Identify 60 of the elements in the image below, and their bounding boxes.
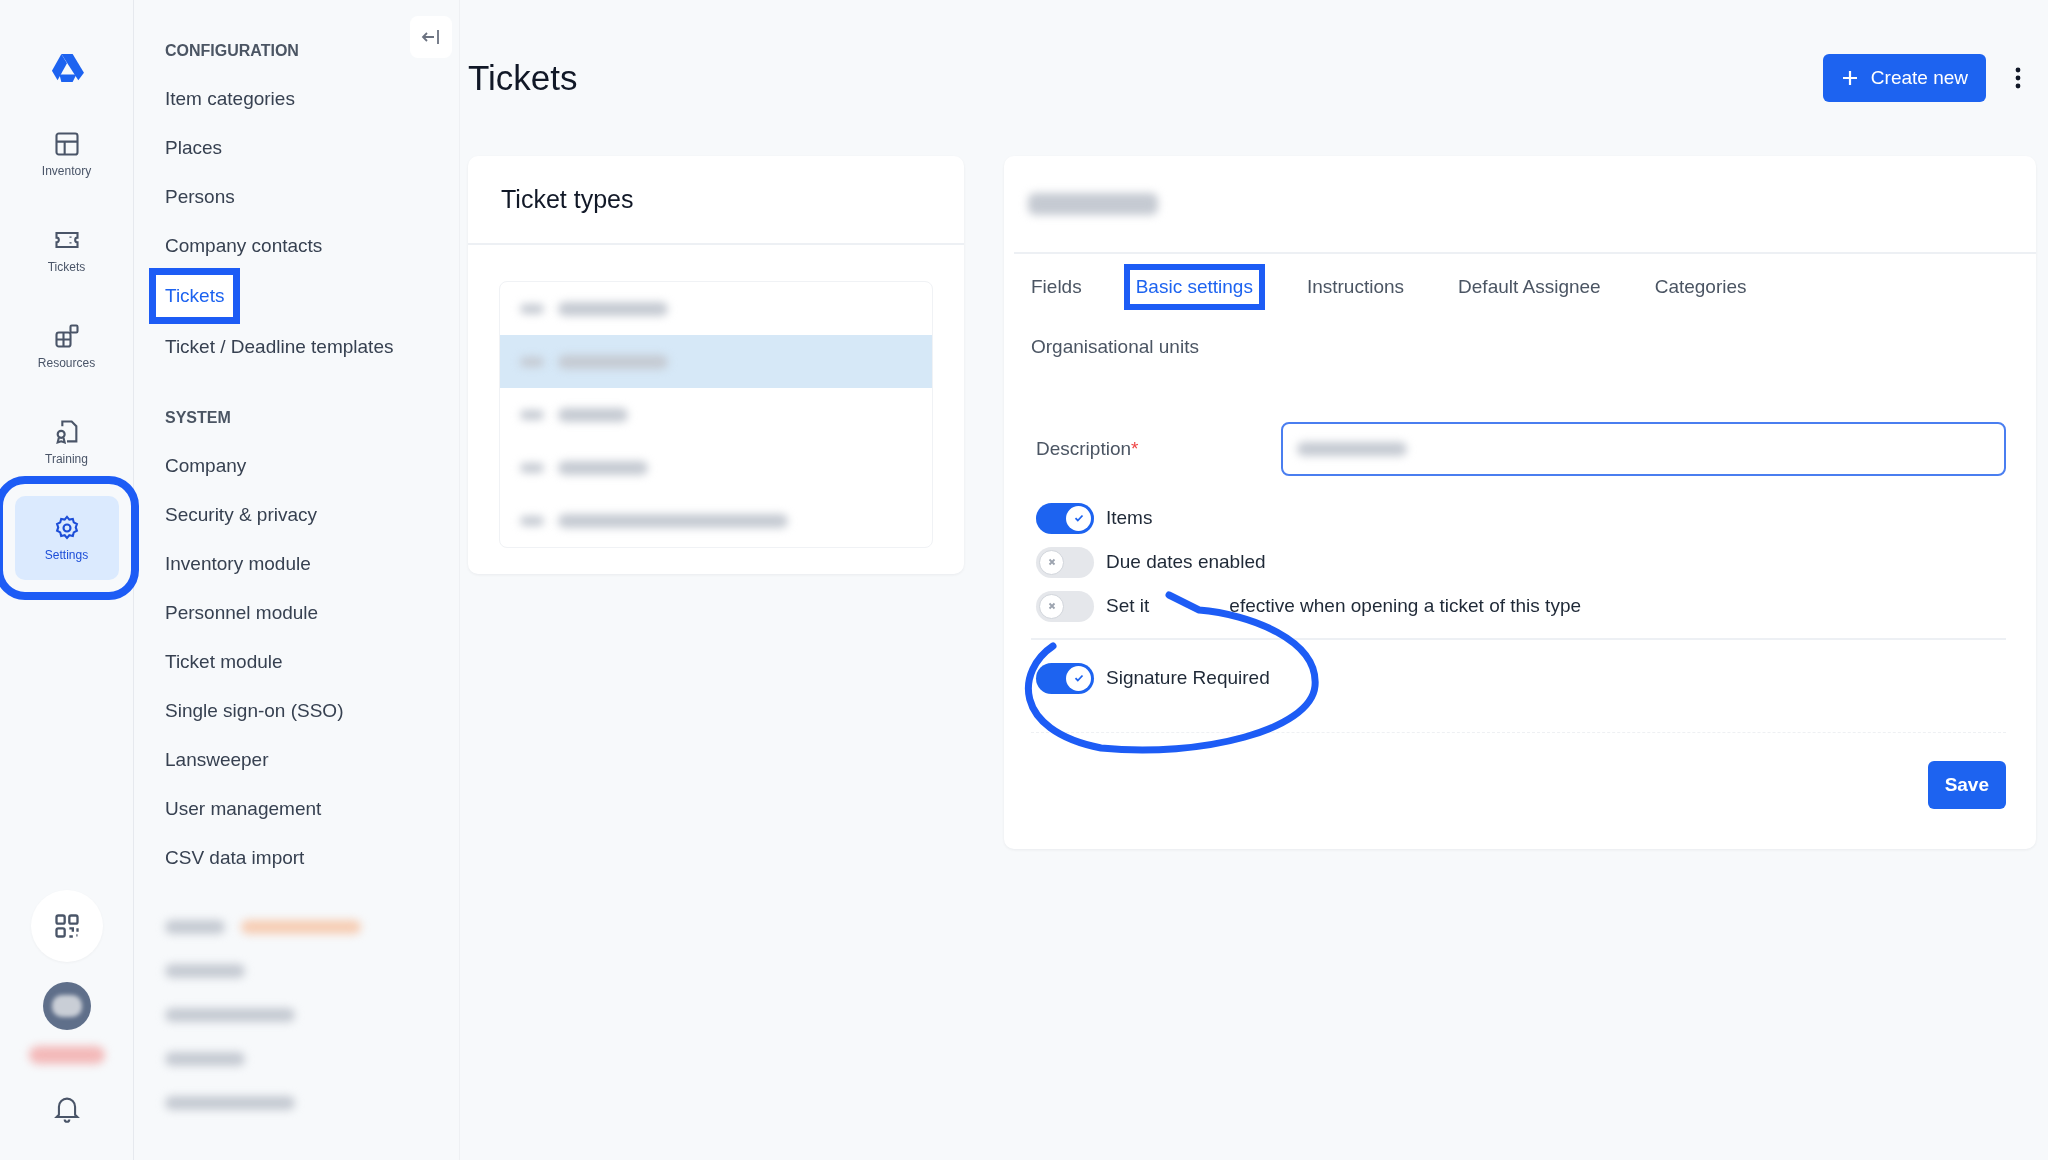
tab[interactable]: Default Assignee <box>1450 266 1609 308</box>
nav-item[interactable]: CSV data import <box>157 833 313 882</box>
create-new-button[interactable]: Create new <box>1822 54 1986 102</box>
rail-item[interactable]: Training <box>14 400 119 484</box>
blocks-icon <box>52 322 81 350</box>
check-icon <box>1072 512 1085 524</box>
save-button[interactable]: Save <box>1927 761 2006 809</box>
section-heading: CONFIGURATION <box>165 42 300 61</box>
x-icon <box>1046 557 1057 567</box>
rail-item[interactable]: Inventory <box>14 112 119 196</box>
check-icon <box>1072 672 1085 684</box>
toggle-switch[interactable] <box>1036 502 1094 534</box>
toggle-label: Signature Required <box>1106 667 1270 689</box>
toggle-switch[interactable] <box>1036 662 1094 694</box>
plus-icon <box>1840 69 1859 87</box>
nav-item[interactable]: Ticket / Deadline templates <box>157 322 402 371</box>
nav-item[interactable]: Places <box>157 123 231 172</box>
rail-label: Settings <box>44 548 89 562</box>
card-title: Ticket types <box>501 185 634 214</box>
rail-label: Inventory <box>41 164 92 178</box>
toggle-label: Items <box>1106 507 1153 529</box>
nav-item[interactable]: User management <box>157 784 330 833</box>
x-icon <box>1046 601 1057 611</box>
rail-item[interactable]: Tickets <box>14 208 119 292</box>
tab[interactable]: Instructions <box>1298 266 1413 308</box>
rail-item[interactable]: Settings <box>14 496 119 580</box>
nav-item[interactable]: Security & privacy <box>157 490 326 539</box>
tab[interactable]: Fields <box>1023 266 1090 308</box>
description-field[interactable] <box>1281 422 2006 476</box>
collapse-icon <box>420 28 442 46</box>
toggle-label: efective when opening a ticket of this type <box>1229 595 1582 617</box>
nav-item[interactable]: Persons <box>157 172 243 221</box>
nav-item[interactable]: Tickets <box>151 270 239 322</box>
qr-code-icon <box>52 912 81 940</box>
tab[interactable]: Basic settings <box>1123 264 1265 310</box>
toggle-label: Set it <box>1106 595 1150 617</box>
nav-item[interactable]: Personnel module <box>157 588 327 637</box>
field-label: Description* <box>1035 438 1140 460</box>
nav-item[interactable]: Lansweeper <box>157 735 277 784</box>
rail-item[interactable]: Resources <box>14 304 119 388</box>
nav-item[interactable]: Inventory module <box>157 539 319 588</box>
rail-label: Training <box>45 452 88 466</box>
nav-item[interactable]: Ticket module <box>157 637 291 686</box>
collapse-button[interactable] <box>410 16 452 58</box>
toggle-switch[interactable] <box>1036 546 1094 578</box>
rail-label: Resources <box>37 356 96 370</box>
rail-label: Tickets <box>47 260 86 274</box>
section-heading: SYSTEM <box>165 409 232 428</box>
tab[interactable]: Organisational units <box>1023 326 1207 368</box>
toggle-switch[interactable] <box>1036 590 1094 622</box>
avatar[interactable] <box>42 982 91 1030</box>
toggle-label: Due dates enabled <box>1106 551 1266 573</box>
page-title: Tickets <box>468 58 578 98</box>
nav-item[interactable]: Item categories <box>157 74 303 123</box>
nav-item[interactable]: Company contacts <box>157 221 331 270</box>
grid-icon <box>52 130 81 158</box>
more-icon[interactable] <box>2014 66 2022 90</box>
tab[interactable]: Categories <box>1646 266 1755 308</box>
nav-item[interactable]: Company <box>157 441 255 490</box>
nav-item[interactable]: Single sign-on (SSO) <box>157 686 352 735</box>
